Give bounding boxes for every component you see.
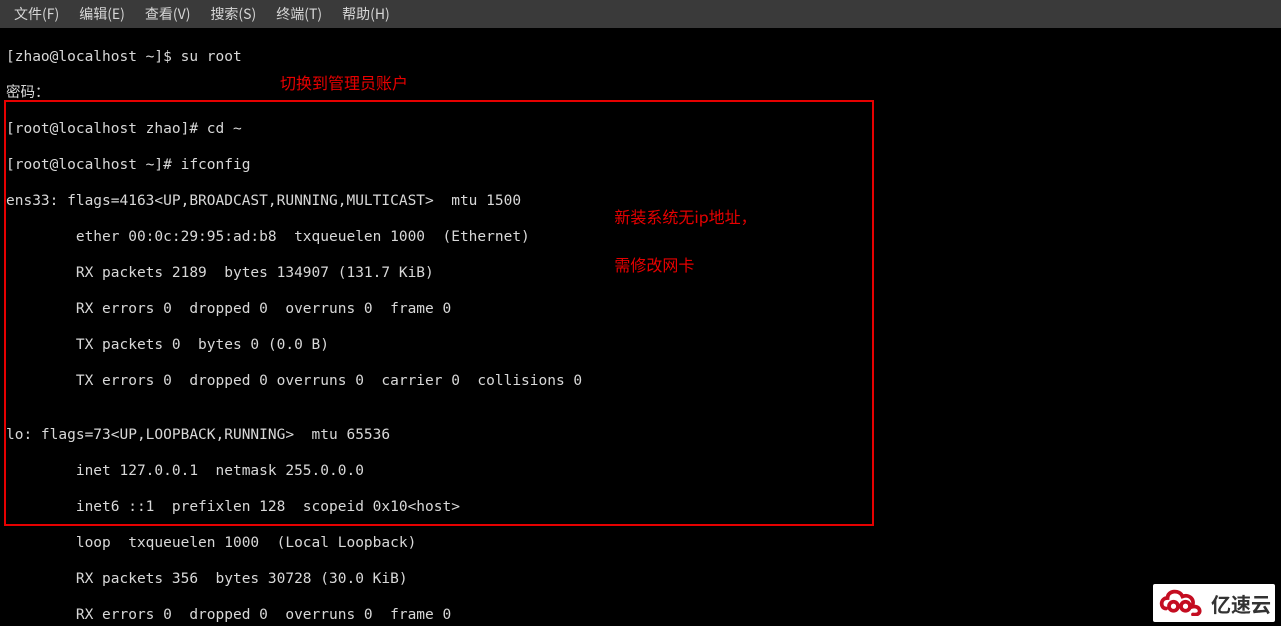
term-line: RX errors 0 dropped 0 overruns 0 frame 0 [6,300,1275,318]
term-line: TX errors 0 dropped 0 overruns 0 carrier… [6,372,1275,390]
terminal-area[interactable]: [zhao@localhost ~]$ su root 密码： [root@lo… [0,28,1281,626]
term-line: loop txqueuelen 1000 (Local Loopback) [6,534,1275,552]
menu-view[interactable]: 查看(V) [135,0,201,28]
term-line: [root@localhost ~]# ifconfig [6,156,1275,174]
term-line: ens33: flags=4163<UP,BROADCAST,RUNNING,M… [6,192,1275,210]
menu-edit[interactable]: 编辑(E) [69,0,135,28]
term-line: [zhao@localhost ~]$ su root [6,48,1275,66]
term-line: inet 127.0.0.1 netmask 255.0.0.0 [6,462,1275,480]
term-line: lo: flags=73<UP,LOOPBACK,RUNNING> mtu 65… [6,426,1275,444]
term-line: ether 00:0c:29:95:ad:b8 txqueuelen 1000 … [6,228,1275,246]
menu-search[interactable]: 搜索(S) [200,0,266,28]
term-line: TX packets 0 bytes 0 (0.0 B) [6,336,1275,354]
menu-file[interactable]: 文件(F) [4,0,69,28]
cloud-logo-icon [1157,586,1205,620]
term-line: RX errors 0 dropped 0 overruns 0 frame 0 [6,606,1275,624]
menubar: 文件(F) 编辑(E) 查看(V) 搜索(S) 终端(T) 帮助(H) [0,0,1281,28]
term-line: [root@localhost zhao]# cd ~ [6,120,1275,138]
term-line: RX packets 356 bytes 30728 (30.0 KiB) [6,570,1275,588]
term-line: inet6 ::1 prefixlen 128 scopeid 0x10<hos… [6,498,1275,516]
watermark-text: 亿速云 [1211,589,1271,618]
term-line: 密码： [6,84,1275,102]
watermark: 亿速云 [1153,584,1275,622]
term-line: RX packets 2189 bytes 134907 (131.7 KiB) [6,264,1275,282]
menu-help[interactable]: 帮助(H) [332,0,400,28]
menu-terminal[interactable]: 终端(T) [266,0,332,28]
